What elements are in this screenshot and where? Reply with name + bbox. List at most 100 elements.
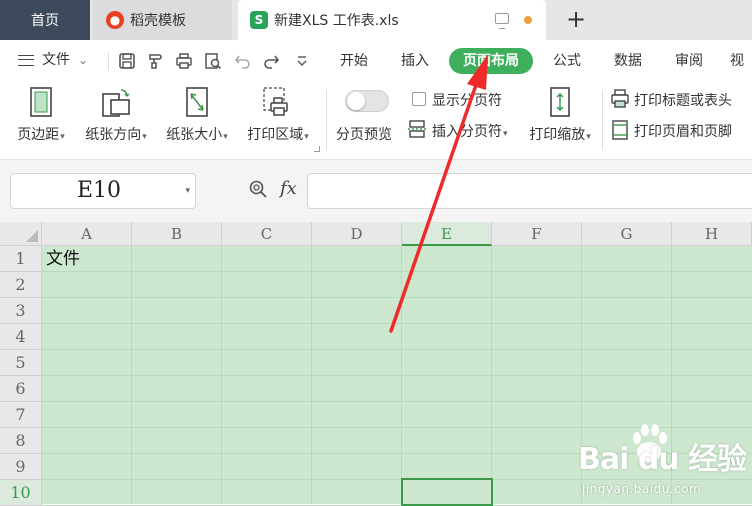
- print-titles-button[interactable]: 打印标题或表头: [634, 90, 732, 110]
- grid-hline: [42, 375, 752, 376]
- tab-review[interactable]: 审阅: [669, 48, 709, 74]
- row-header-2[interactable]: 2: [0, 272, 42, 298]
- customize-toolbar-icon[interactable]: [293, 52, 311, 70]
- spreadsheet-logo-icon: S: [250, 11, 268, 29]
- row-header-5[interactable]: 5: [0, 350, 42, 376]
- selected-cell-e10[interactable]: [401, 478, 493, 506]
- paper-size-button[interactable]: 纸张大小▾: [160, 86, 234, 144]
- grid-hline: [42, 297, 752, 298]
- row-header-9[interactable]: 9: [0, 454, 42, 480]
- row-header-6[interactable]: 6: [0, 376, 42, 402]
- name-box[interactable]: E10 ▾: [10, 173, 196, 209]
- caret-down-icon: ▾: [142, 132, 147, 142]
- tab-template[interactable]: ● 稻壳模板: [92, 0, 232, 40]
- page-break-preview-toggle[interactable]: [345, 90, 389, 112]
- orientation-button[interactable]: 纸张方向▾: [80, 86, 152, 144]
- row-header-8[interactable]: 8: [0, 428, 42, 454]
- watermark-brand: Bai du 经验: [578, 442, 747, 477]
- print-area-label: 打印区域: [247, 127, 304, 143]
- undo-icon[interactable]: [234, 52, 252, 70]
- margins-label: 页边距: [17, 127, 60, 143]
- grid-hline: [42, 349, 752, 350]
- menu-divider: [108, 52, 109, 70]
- orientation-icon: [102, 89, 130, 117]
- tab-start[interactable]: 开始: [334, 48, 374, 74]
- file-menu-label: 文件: [42, 52, 70, 68]
- tab-insert[interactable]: 插入: [395, 48, 435, 74]
- print-header-footer-icon[interactable]: [611, 120, 629, 140]
- column-header-f[interactable]: F: [492, 222, 582, 246]
- insert-page-break-icon[interactable]: [408, 120, 428, 138]
- print-titles-icon[interactable]: [611, 89, 629, 109]
- show-page-break-checkbox[interactable]: [412, 92, 426, 106]
- formula-input[interactable]: [307, 173, 752, 209]
- orientation-label: 纸张方向: [85, 127, 142, 143]
- tab-data[interactable]: 数据: [608, 48, 648, 74]
- print-preview-icon[interactable]: [204, 52, 222, 70]
- row-header-4[interactable]: 4: [0, 324, 42, 350]
- grid-hline: [42, 271, 752, 272]
- column-header-h[interactable]: H: [672, 222, 752, 246]
- name-box-value: E10: [76, 178, 122, 203]
- new-tab-button[interactable]: +: [560, 4, 592, 36]
- menu-bar: 文件 ⌄ 开始 插入 页面布局 公式 数据 审阅 视图: [0, 40, 752, 80]
- grid-hline: [42, 323, 752, 324]
- redo-icon[interactable]: [262, 52, 280, 70]
- tab-template-label: 稻壳模板: [130, 13, 186, 29]
- print-scale-label: 打印缩放: [529, 127, 586, 143]
- ribbon-page-layout: 页边距▾ 纸张方向▾ 纸张大小▾ 打印区域▾ 分页预览 显示分页符 插入分页符▾…: [0, 80, 752, 160]
- row-header-3[interactable]: 3: [0, 298, 42, 324]
- docer-logo-icon: ●: [106, 11, 124, 29]
- row-header-1[interactable]: 1: [0, 246, 42, 272]
- hamburger-icon: [18, 54, 34, 66]
- tab-page-layout[interactable]: 页面布局: [449, 48, 533, 74]
- row-header-7[interactable]: 7: [0, 402, 42, 428]
- print-area-button[interactable]: 打印区域▾: [240, 86, 316, 144]
- margins-button[interactable]: 页边距▾: [10, 86, 72, 144]
- column-header-b[interactable]: B: [132, 222, 222, 246]
- select-all-corner[interactable]: [0, 222, 42, 246]
- paper-size-icon: [186, 87, 208, 117]
- formula-bar: E10 ▾ fx: [0, 160, 752, 222]
- tab-view[interactable]: 视图: [730, 48, 752, 74]
- caret-down-icon: ▾: [304, 132, 309, 142]
- cell-a1[interactable]: 文件: [46, 246, 80, 272]
- caret-down-icon: ▾: [586, 132, 591, 142]
- tab-home[interactable]: 首页: [0, 0, 90, 40]
- show-page-break-label: 显示分页符: [432, 93, 502, 109]
- find-zoom-icon[interactable]: [249, 180, 267, 198]
- column-header-c[interactable]: C: [222, 222, 312, 246]
- column-header-e[interactable]: E: [402, 222, 492, 246]
- caret-down-icon: ▾: [60, 132, 65, 142]
- row-header-10[interactable]: 10: [0, 480, 42, 506]
- insert-page-break-label[interactable]: 插入分页符▾: [432, 121, 508, 141]
- insert-page-break-text: 插入分页符: [432, 124, 502, 140]
- tab-bar: 首页 ● 稻壳模板 S 新建XLS 工作表.xls +: [0, 0, 752, 40]
- margins-icon: [30, 87, 52, 117]
- print-header-footer-button[interactable]: 打印页眉和页脚: [634, 121, 732, 141]
- grid-hline: [42, 401, 752, 402]
- ribbon-divider: [602, 90, 603, 150]
- column-header-d[interactable]: D: [312, 222, 402, 246]
- dialog-launcher-icon[interactable]: [314, 146, 320, 152]
- caret-down-icon: ▾: [503, 129, 508, 139]
- unsaved-dot-icon: [524, 16, 532, 24]
- save-icon[interactable]: [118, 52, 136, 70]
- tab-formulas[interactable]: 公式: [547, 48, 587, 74]
- chevron-down-icon: ⌄: [78, 53, 89, 67]
- format-painter-icon[interactable]: [146, 52, 164, 70]
- watermark-url: jingyan.baidu.com: [582, 482, 702, 496]
- fx-icon[interactable]: fx: [280, 178, 297, 199]
- tab-workbook-label: 新建XLS 工作表.xls: [274, 13, 399, 29]
- print-scale-button[interactable]: 打印缩放▾: [522, 86, 598, 144]
- tab-home-label: 首页: [31, 13, 59, 29]
- page-break-preview-label: 分页预览: [336, 127, 392, 143]
- print-scale-icon: [550, 87, 570, 117]
- column-header-a[interactable]: A: [42, 222, 132, 246]
- file-menu-button[interactable]: 文件 ⌄: [18, 48, 100, 72]
- print-icon[interactable]: [175, 52, 193, 70]
- column-header-g[interactable]: G: [582, 222, 672, 246]
- caret-down-icon[interactable]: ▾: [185, 186, 190, 196]
- baidu-jingyan-watermark: Bai du 经验 jingyan.baidu.com: [578, 420, 748, 504]
- monitor-icon[interactable]: [495, 13, 509, 29]
